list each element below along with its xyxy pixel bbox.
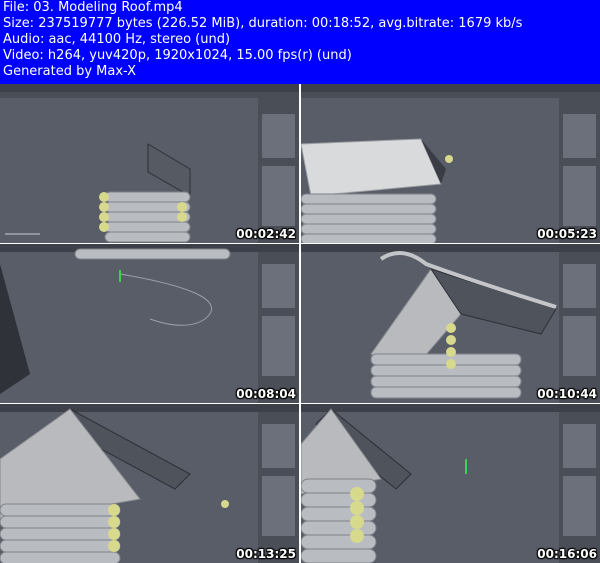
generator-line: Generated by Max-X [3, 64, 137, 79]
thumbnail-3[interactable]: 00:08:04 [0, 244, 299, 403]
thumbnail-4[interactable]: 00:10:44 [301, 244, 600, 403]
thumbnail-5[interactable]: 00:13:25 [0, 404, 299, 563]
timestamp: 00:02:42 [236, 227, 296, 241]
thumbnail-grid: 00:02:42 00:05:23 00:08:04 00:10:44 00:1… [0, 84, 600, 563]
thumbnail-2[interactable]: 00:05:23 [301, 84, 600, 243]
thumbnail-1[interactable]: 00:02:42 [0, 84, 299, 243]
audio-info-line: Audio: aac, 44100 Hz, stereo (und) [3, 32, 231, 47]
file-size-line: Size: 237519777 bytes (226.52 MiB), dura… [3, 16, 523, 31]
scene-cabin-close [301, 404, 600, 563]
timestamp: 00:16:06 [537, 547, 597, 561]
timestamp: 00:13:25 [236, 547, 296, 561]
timestamp: 00:05:23 [537, 227, 597, 241]
scene-cylinder-spline [0, 244, 299, 403]
scene-roof-panel-open [0, 84, 299, 243]
scene-roof-gutter [301, 244, 600, 403]
info-header: File: 03. Modeling Roof.mp4 Size: 237519… [0, 0, 600, 84]
timestamp: 00:08:04 [236, 387, 296, 401]
video-info-line: Video: h264, yuv420p, 1920x1024, 15.00 f… [3, 48, 352, 63]
timestamp: 00:10:44 [537, 387, 597, 401]
file-name-line: File: 03. Modeling Roof.mp4 [3, 0, 183, 15]
scene-cabin-front [0, 404, 299, 563]
scene-roof-closed [301, 84, 600, 243]
thumbnail-6[interactable]: 00:16:06 [301, 404, 600, 563]
